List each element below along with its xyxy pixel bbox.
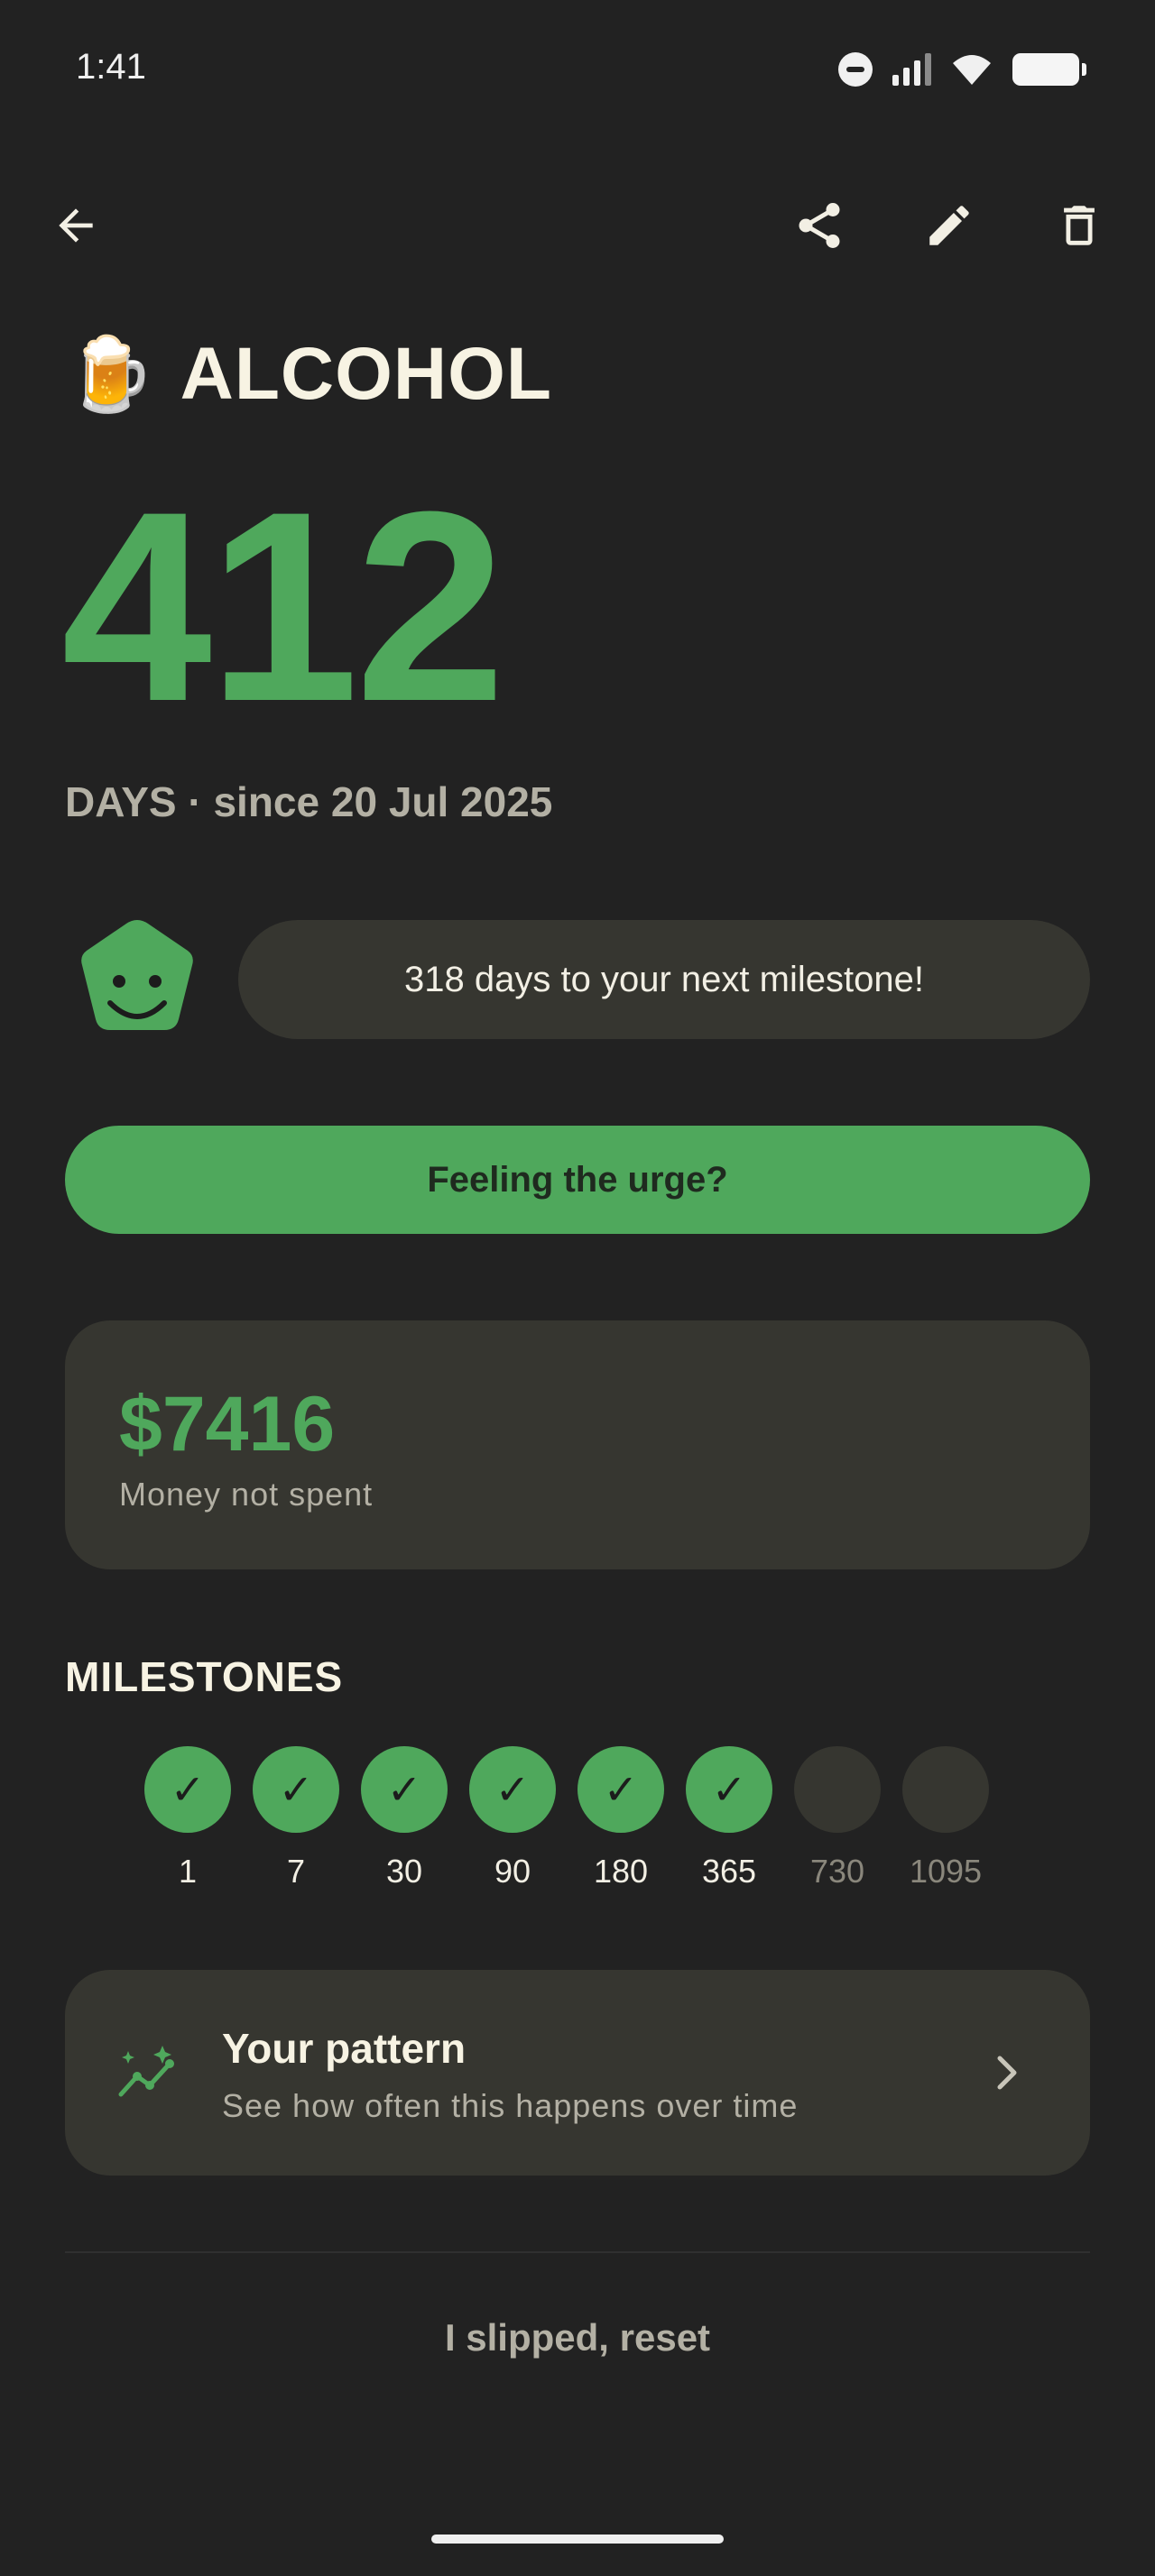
milestone-label: 90	[494, 1853, 531, 1890]
home-indicator[interactable]	[431, 2535, 724, 2544]
milestones-row: ✓ 1 ✓ 7 ✓ 30 ✓ 90 ✓ 180 ✓ 365 730 1095	[144, 1746, 989, 1891]
milestone-label: 7	[286, 1853, 306, 1890]
milestone-item: ✓ 90	[469, 1746, 556, 1891]
milestone-label: 30	[385, 1853, 423, 1890]
delete-trash-icon	[1064, 206, 1095, 245]
feeling-urge-button[interactable]: Feeling the urge?	[65, 1126, 1090, 1234]
money-saved-card: $7416 Money not spent	[65, 1320, 1090, 1569]
habit-title-row: 🍺 ALCOHOL	[65, 332, 552, 417]
milestone-empty-dot	[902, 1746, 989, 1833]
milestone-item: ✓ 7	[253, 1746, 339, 1891]
milestone-label: 1095	[909, 1853, 983, 1890]
habit-title: ALCOHOL	[180, 333, 553, 415]
edit-pencil-icon	[929, 206, 969, 245]
your-pattern-card[interactable]: Your pattern See how often this happens …	[65, 1970, 1090, 2176]
milestone-item: 730	[794, 1746, 881, 1891]
status-icons	[838, 47, 1086, 92]
milestone-item: ✓ 180	[578, 1746, 664, 1891]
days-count: 412	[61, 455, 506, 758]
wifi-icon	[953, 55, 991, 85]
milestone-check-icon: ✓	[686, 1746, 772, 1833]
milestone-label: 1	[178, 1853, 198, 1890]
milestone-check-icon: ✓	[469, 1746, 556, 1833]
back-button[interactable]	[32, 182, 119, 269]
milestone-item: ✓ 30	[361, 1746, 448, 1891]
milestone-check-icon: ✓	[578, 1746, 664, 1833]
divider	[65, 2251, 1090, 2253]
signal-icon	[892, 53, 931, 86]
money-label: Money not spent	[119, 1476, 374, 1513]
milestone-item: ✓ 365	[686, 1746, 772, 1891]
smiley-mascot-icon	[81, 920, 193, 1030]
battery-icon	[1012, 53, 1086, 86]
milestone-label: 730	[809, 1853, 865, 1890]
back-arrow-icon	[59, 208, 93, 243]
pattern-subtitle: See how often this happens over time	[222, 2087, 799, 2124]
pattern-title: Your pattern	[222, 2025, 467, 2072]
next-milestone-message: 318 days to your next milestone!	[238, 920, 1090, 1039]
milestone-item: ✓ 1	[144, 1746, 231, 1891]
milestones-heading: MILESTONES	[65, 1653, 344, 1700]
do-not-disturb-icon	[838, 52, 873, 87]
share-button[interactable]	[776, 182, 863, 269]
reset-button[interactable]: I slipped, reset	[0, 2316, 1155, 2360]
beer-mug-icon: 🍺	[65, 332, 155, 416]
milestone-check-icon: ✓	[361, 1746, 448, 1833]
milestone-item: 1095	[902, 1746, 989, 1891]
milestone-empty-dot	[794, 1746, 881, 1833]
share-icon	[799, 203, 840, 248]
milestone-check-icon: ✓	[144, 1746, 231, 1833]
milestone-label: 180	[593, 1853, 649, 1890]
edit-button[interactable]	[906, 182, 993, 269]
milestone-label: 365	[701, 1853, 757, 1890]
status-time: 1:41	[76, 47, 146, 87]
milestone-check-icon: ✓	[253, 1746, 339, 1833]
since-date: DAYS · since 20 Jul 2025	[65, 778, 553, 825]
trend-sparkle-icon	[118, 2046, 174, 2097]
money-value: $7416	[119, 1381, 336, 1467]
chevron-right-icon	[997, 2056, 1017, 2090]
delete-button[interactable]	[1036, 182, 1123, 269]
